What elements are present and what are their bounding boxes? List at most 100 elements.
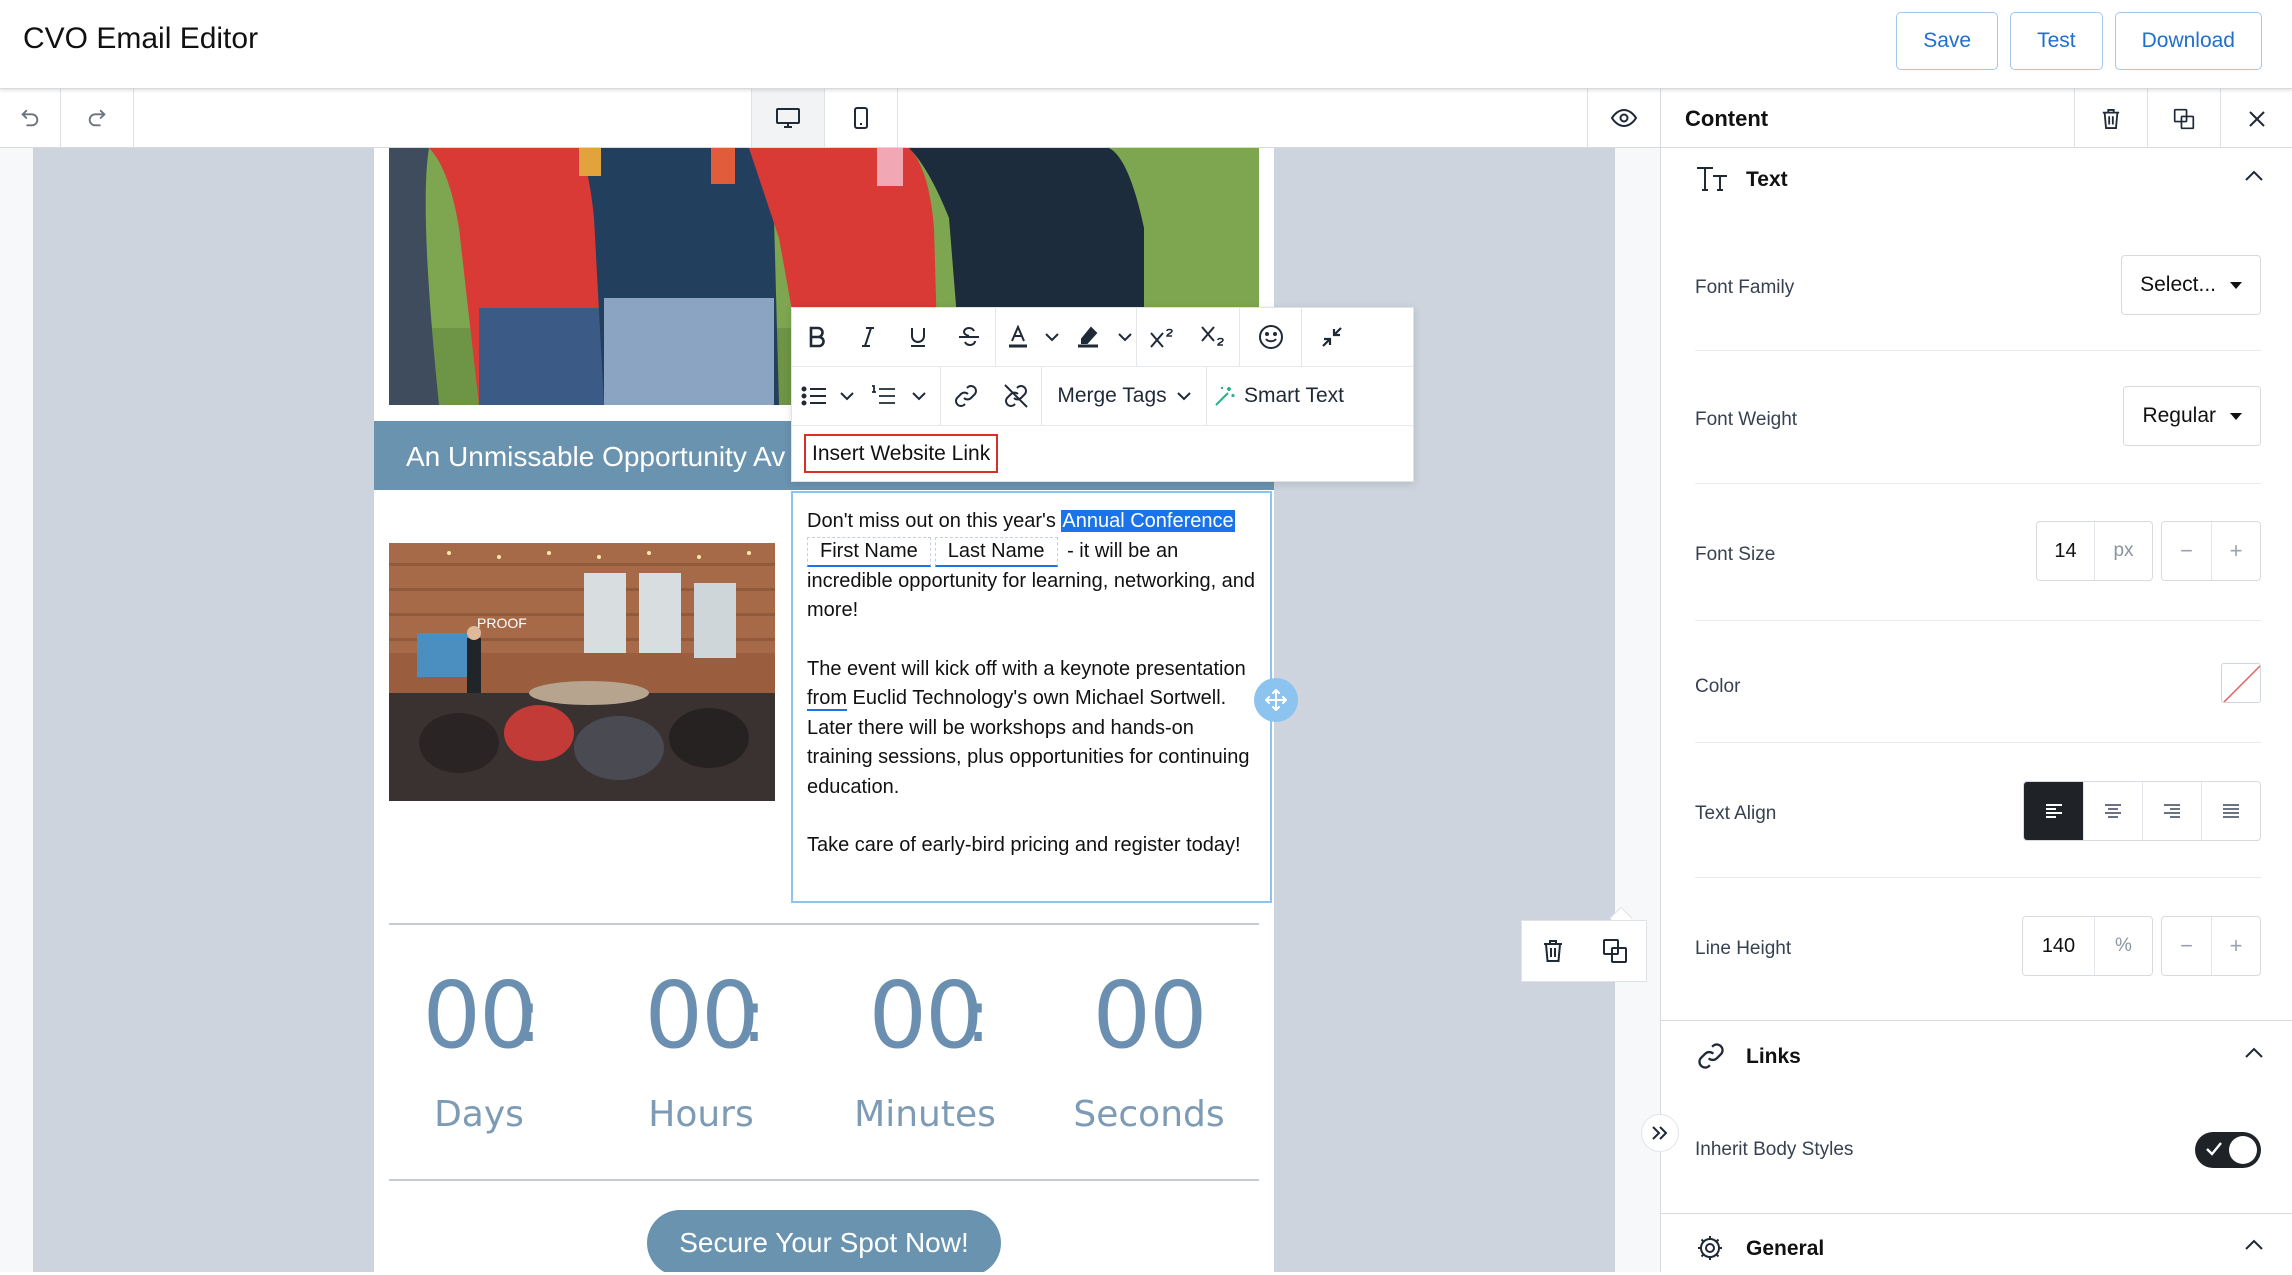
undo-button[interactable] bbox=[0, 89, 61, 147]
collapse-toolbar-button[interactable] bbox=[1302, 308, 1362, 367]
font-size-value: 14 bbox=[2037, 522, 2095, 580]
general-section-header[interactable]: General bbox=[1661, 1225, 2292, 1275]
drag-handle[interactable] bbox=[1254, 678, 1298, 722]
countdown-separator: : bbox=[516, 974, 542, 1058]
save-button[interactable]: Save bbox=[1896, 12, 1999, 70]
redo-button[interactable] bbox=[61, 89, 134, 147]
collapse-panel-button[interactable] bbox=[1641, 1114, 1679, 1152]
cta-button[interactable]: Secure Your Spot Now! bbox=[647, 1210, 1001, 1272]
text-section-header[interactable]: Text bbox=[1661, 156, 2292, 206]
inherit-body-styles-toggle[interactable] bbox=[2195, 1132, 2261, 1168]
banner-heading: An Unmissable Opportunity Av bbox=[406, 441, 786, 472]
text-section-title: Text bbox=[1746, 168, 1788, 191]
strikethrough-button[interactable] bbox=[943, 308, 995, 367]
highlight-button[interactable] bbox=[1064, 308, 1114, 367]
bold-button[interactable] bbox=[792, 308, 842, 367]
font-size-input[interactable]: 14 px bbox=[2036, 521, 2153, 581]
duplicate-content-button[interactable] bbox=[2147, 89, 2220, 148]
subscript-icon bbox=[1200, 326, 1224, 346]
bullet-list-dropdown[interactable] bbox=[836, 367, 858, 426]
inherit-body-styles-row: Inherit Body Styles bbox=[1695, 1099, 2261, 1199]
font-weight-label: Font Weight bbox=[1695, 409, 1798, 430]
conference-photo[interactable]: PROOF bbox=[389, 543, 775, 801]
move-icon bbox=[1265, 689, 1287, 711]
align-right-icon bbox=[2164, 804, 2180, 818]
links-section-title: Links bbox=[1746, 1045, 1801, 1068]
line-height-control: 140 % − + bbox=[2022, 916, 2261, 976]
body-link[interactable]: from bbox=[807, 687, 847, 711]
magic-wand-icon bbox=[1215, 386, 1235, 406]
countdown-separator: : bbox=[965, 974, 991, 1058]
desktop-view-button[interactable] bbox=[751, 89, 825, 147]
undo-icon bbox=[21, 109, 39, 127]
line-height-input[interactable]: 140 % bbox=[2022, 916, 2153, 976]
text-block-selected[interactable]: Don't miss out on this year's Annual Con… bbox=[791, 491, 1272, 903]
numbered-list-dropdown[interactable] bbox=[908, 367, 930, 426]
remove-link-button[interactable] bbox=[991, 367, 1041, 426]
toggle-knob bbox=[2229, 1136, 2257, 1164]
body-paragraph-3: Take care of early-bird pricing and regi… bbox=[807, 834, 1241, 856]
delete-content-button[interactable] bbox=[2074, 89, 2147, 148]
selected-text[interactable]: Annual Conference bbox=[1061, 510, 1235, 532]
superscript-button[interactable] bbox=[1137, 308, 1188, 367]
align-right-button[interactable] bbox=[2142, 782, 2201, 840]
chevron-down-icon bbox=[1045, 333, 1059, 342]
color-swatch[interactable] bbox=[2221, 663, 2261, 703]
duplicate-icon bbox=[2173, 108, 2195, 129]
editor-toolbar bbox=[0, 89, 1660, 148]
text-color-button[interactable] bbox=[996, 308, 1040, 367]
unlink-icon bbox=[1004, 384, 1028, 408]
countdown-days-label: Days bbox=[434, 1094, 524, 1135]
caret-down-icon bbox=[2230, 412, 2242, 420]
download-button[interactable]: Download bbox=[2114, 12, 2262, 70]
line-height-unit: % bbox=[2115, 935, 2132, 956]
underline-button[interactable] bbox=[893, 308, 943, 367]
font-family-row: Font Family Select... bbox=[1695, 223, 2261, 351]
test-button[interactable]: Test bbox=[2010, 12, 2103, 70]
insert-link-button[interactable] bbox=[941, 367, 991, 426]
close-panel-button[interactable] bbox=[2220, 89, 2292, 148]
highlight-dropdown[interactable] bbox=[1114, 308, 1136, 367]
merge-tag-last-name[interactable]: Last Name bbox=[934, 536, 1058, 567]
eye-icon bbox=[1611, 108, 1637, 128]
font-size-increase[interactable]: + bbox=[2211, 522, 2260, 580]
mobile-view-button[interactable] bbox=[825, 89, 898, 147]
app-header: CVO Email Editor Save Test Download bbox=[0, 0, 2292, 89]
text-align-label: Text Align bbox=[1695, 803, 1777, 824]
font-size-stepper: − + bbox=[2161, 521, 2261, 581]
font-size-decrease[interactable]: − bbox=[2162, 522, 2211, 580]
smart-text-button[interactable]: Smart Text bbox=[1207, 367, 1351, 426]
double-chevron-right-icon bbox=[1652, 1126, 1668, 1140]
line-height-increase[interactable]: + bbox=[2211, 917, 2260, 975]
align-center-button[interactable] bbox=[2083, 782, 2142, 840]
merge-tags-label: Merge Tags bbox=[1057, 384, 1167, 407]
duplicate-block-button[interactable] bbox=[1584, 921, 1646, 981]
emoji-button[interactable] bbox=[1240, 308, 1301, 367]
delete-block-button[interactable] bbox=[1522, 921, 1584, 981]
align-justify-button[interactable] bbox=[2201, 782, 2260, 840]
color-label: Color bbox=[1695, 676, 1741, 697]
trash-icon bbox=[1544, 940, 1562, 962]
countdown-seconds-value: 00 bbox=[1092, 962, 1207, 1069]
merge-tags-dropdown[interactable]: Merge Tags bbox=[1042, 367, 1206, 426]
line-height-decrease[interactable]: − bbox=[2162, 917, 2211, 975]
duplicate-icon bbox=[1603, 939, 1627, 963]
divider-bottom bbox=[389, 1179, 1259, 1181]
preview-button[interactable] bbox=[1587, 89, 1660, 147]
align-left-button[interactable] bbox=[2024, 782, 2083, 840]
no-color-icon bbox=[2223, 665, 2260, 702]
font-size-row: Font Size 14 px − + bbox=[1695, 484, 2261, 621]
bullet-list-button[interactable] bbox=[792, 367, 836, 426]
insert-link-input[interactable]: Insert Website Link bbox=[804, 434, 999, 473]
merge-tag-first-name[interactable]: First Name bbox=[807, 536, 931, 567]
italic-button[interactable] bbox=[842, 308, 893, 367]
text-color-dropdown[interactable] bbox=[1040, 308, 1064, 367]
links-section-header[interactable]: Links bbox=[1661, 1033, 2292, 1083]
font-weight-select[interactable]: Regular bbox=[2123, 386, 2261, 446]
subscript-button[interactable] bbox=[1188, 308, 1239, 367]
font-family-select[interactable]: Select... bbox=[2121, 255, 2261, 315]
panel-title: Content bbox=[1685, 106, 1769, 131]
font-family-label: Font Family bbox=[1695, 277, 1795, 298]
gear-icon bbox=[1698, 1236, 1722, 1260]
numbered-list-button[interactable] bbox=[858, 367, 908, 426]
